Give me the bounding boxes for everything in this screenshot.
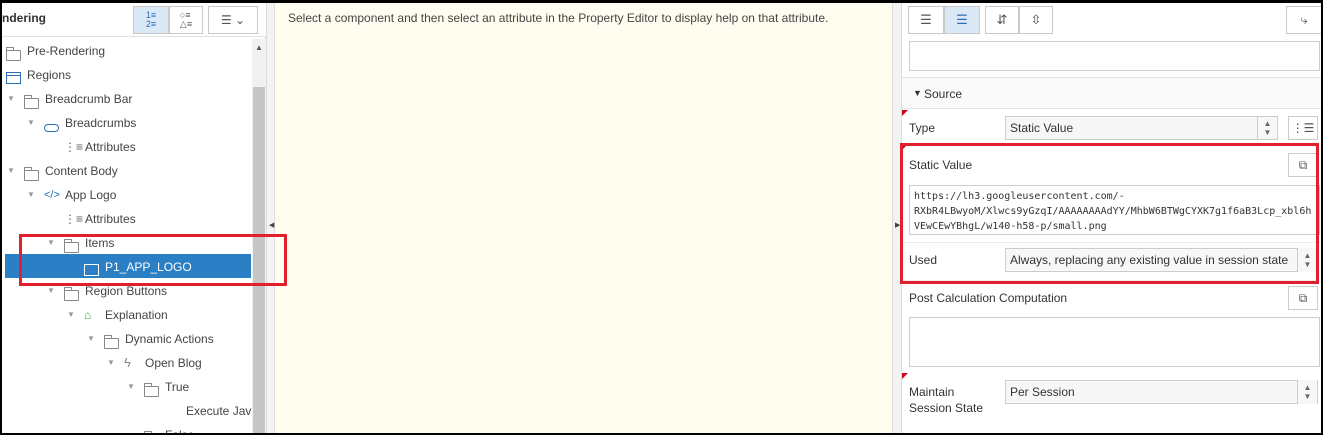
chevron-down-icon[interactable]: ▼ bbox=[4, 87, 18, 111]
tree-node-label: Attributes bbox=[85, 212, 136, 226]
breadcrumb-icon bbox=[44, 124, 59, 132]
tree-node-breadcrumbs[interactable]: ▼ Breadcrumbs bbox=[24, 111, 136, 135]
tree-node-label: Breadcrumb Bar bbox=[45, 92, 133, 106]
collapse-left-arrow-icon[interactable]: ◀ bbox=[269, 221, 274, 229]
tree-node-dynamic-actions[interactable]: ▼ Dynamic Actions bbox=[84, 327, 214, 351]
tree-node-regions[interactable]: Regions bbox=[4, 63, 71, 87]
go-to-group-button[interactable]: ⤷ bbox=[1286, 6, 1321, 34]
source-section-header[interactable]: ▼ Source bbox=[902, 77, 1321, 109]
list-of-values-button[interactable]: ⋮☰ bbox=[1288, 116, 1318, 140]
tree-node-label: Explanation bbox=[105, 308, 168, 322]
region-icon bbox=[6, 72, 21, 84]
maintain-session-state-select[interactable]: Per Session bbox=[1005, 380, 1318, 404]
app-window: ndering 1≡ 2≡ ○≡ △≡ ☰ ⌄ Pre-Rendering Regi… bbox=[0, 0, 1323, 435]
tree-node-open-blog[interactable]: ▼ ϟ Open Blog bbox=[104, 351, 202, 375]
type-label: Type bbox=[909, 121, 936, 135]
align-justify-button[interactable]: ☰ bbox=[944, 6, 980, 34]
chevron-down-icon[interactable]: ▼ bbox=[4, 159, 18, 183]
tree-node-label: Pre-Rendering bbox=[27, 44, 106, 58]
view-numbered-list-button[interactable]: 1≡ 2≡ bbox=[133, 6, 169, 34]
maintain-select-chevron-icon[interactable]: ▲ ▼ bbox=[1297, 380, 1317, 404]
expand-vertical-button[interactable]: ⇳ bbox=[1019, 6, 1053, 34]
align-left-button[interactable]: ☰ bbox=[908, 6, 944, 34]
maintain-label-line2: Session State bbox=[909, 401, 984, 415]
tree-node-breadcrumb-bar[interactable]: ▼ Breadcrumb Bar bbox=[4, 87, 132, 111]
left-splitter[interactable]: ◀ bbox=[266, 3, 275, 433]
attributes-icon: ⋮≡ bbox=[64, 140, 84, 154]
collapse-vertical-button[interactable]: ⇵ bbox=[985, 6, 1019, 34]
panel-title: ndering bbox=[2, 11, 46, 25]
maintain-label-line1: Maintain bbox=[909, 385, 955, 399]
button-icon: ⌂ bbox=[84, 308, 92, 322]
folder-icon bbox=[144, 383, 159, 397]
tree-node-execute-javascript[interactable]: Execute Jav bbox=[186, 399, 251, 423]
tree-node-label: Content Body bbox=[45, 164, 118, 178]
tree-node-label: Execute Jav bbox=[186, 404, 252, 418]
highlight-box-item bbox=[19, 234, 287, 286]
folder-icon bbox=[104, 335, 119, 349]
scroll-up-arrow-icon[interactable]: ▲ bbox=[252, 41, 266, 55]
previous-property-textarea[interactable] bbox=[909, 41, 1320, 71]
highlight-box-source bbox=[900, 143, 1319, 284]
tree-node-label: App Logo bbox=[65, 188, 117, 202]
tree-node-true[interactable]: ▼ True bbox=[124, 375, 189, 399]
tree-node-pre-rendering[interactable]: Pre-Rendering bbox=[4, 39, 105, 63]
folder-icon bbox=[64, 287, 79, 301]
tree-node-false[interactable]: False bbox=[144, 423, 195, 435]
section-title: Source bbox=[924, 87, 963, 101]
tree-toolbar: ndering 1≡ 2≡ ○≡ △≡ ☰ ⌄ bbox=[2, 3, 266, 37]
maintain-value: Per Session bbox=[1010, 385, 1075, 399]
tree-node-attributes[interactable]: ⋮≡ Attributes bbox=[64, 207, 136, 231]
tree-node-label: True bbox=[165, 380, 190, 394]
view-grouped-list-button[interactable]: ○≡ △≡ bbox=[169, 6, 203, 34]
post-calc-label: Post Calculation Computation bbox=[909, 291, 1068, 305]
tree-node-app-logo[interactable]: ▼ </> App Logo bbox=[24, 183, 116, 207]
attributes-icon: ⋮≡ bbox=[64, 212, 84, 226]
tree-node-label: Breadcrumbs bbox=[65, 116, 137, 130]
chevron-down-icon[interactable]: ▼ bbox=[24, 111, 38, 135]
tree-node-label: Attributes bbox=[85, 140, 136, 154]
code-icon: </> bbox=[44, 189, 60, 201]
chevron-down-icon[interactable]: ▼ bbox=[64, 303, 78, 327]
folder-icon bbox=[24, 95, 39, 109]
open-code-editor-button[interactable]: ⧉ bbox=[1288, 286, 1318, 310]
rendering-tree-panel: ndering 1≡ 2≡ ○≡ △≡ ☰ ⌄ Pre-Rendering Regi… bbox=[2, 3, 266, 435]
chevron-down-icon[interactable]: ▼ bbox=[104, 351, 118, 375]
help-panel: Select a component and then select an at… bbox=[275, 3, 893, 433]
lightning-icon: ϟ bbox=[124, 355, 131, 370]
help-text: Select a component and then select an at… bbox=[288, 11, 829, 25]
tree-node-label: False bbox=[165, 428, 195, 435]
chevron-down-icon[interactable]: ▼ bbox=[913, 88, 922, 98]
type-value: Static Value bbox=[1010, 121, 1074, 135]
folder-icon bbox=[24, 167, 39, 181]
tree-node-content-body[interactable]: ▼ Content Body bbox=[4, 159, 118, 183]
tree-node-attributes[interactable]: ⋮≡ Attributes bbox=[64, 135, 136, 159]
tree-node-label: Dynamic Actions bbox=[125, 332, 214, 346]
type-select[interactable]: Static Value bbox=[1005, 116, 1278, 140]
required-marker bbox=[902, 373, 908, 379]
folder-icon bbox=[6, 47, 21, 61]
required-marker bbox=[902, 110, 908, 116]
tree-node-label: Open Blog bbox=[145, 356, 202, 370]
post-calc-textarea[interactable] bbox=[909, 317, 1320, 367]
tree-node-explanation[interactable]: ▼ ⌂ Explanation bbox=[64, 303, 168, 327]
chevron-down-icon[interactable]: ▼ bbox=[84, 327, 98, 351]
tree-node-label: Regions bbox=[27, 68, 72, 82]
type-select-chevron-icon[interactable]: ▲ ▼ bbox=[1257, 116, 1277, 140]
chevron-down-icon[interactable]: ▼ bbox=[24, 183, 38, 207]
tree-menu-button[interactable]: ☰ ⌄ bbox=[208, 6, 258, 34]
chevron-down-icon[interactable]: ▼ bbox=[124, 375, 138, 399]
